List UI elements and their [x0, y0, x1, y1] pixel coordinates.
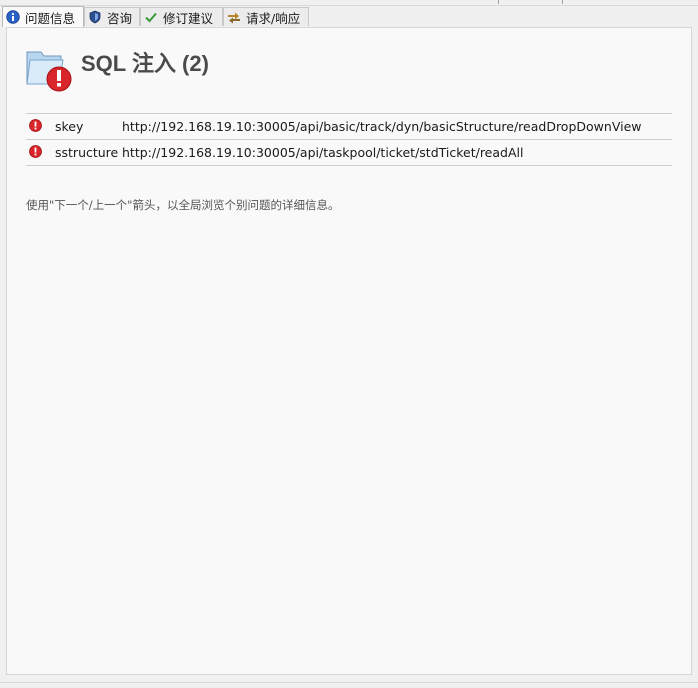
error-icon: [29, 145, 42, 158]
bottom-strip: [0, 682, 698, 688]
tab-label: 修订建议: [163, 10, 214, 26]
issue-url: http://192.168.19.10:30005/api/basic/tra…: [122, 119, 642, 134]
info-icon: [6, 10, 20, 24]
shield-icon: [88, 10, 102, 24]
error-icon: [29, 119, 42, 132]
tab-label: 咨询: [107, 10, 133, 26]
divider: [562, 0, 563, 4]
list-item[interactable]: skey http://192.168.19.10:30005/api/basi…: [26, 114, 672, 140]
navigation-hint: 使用"下一个/上一个"箭头，以全局浏览个别问题的详细信息。: [26, 198, 340, 212]
issue-list: skey http://192.168.19.10:30005/api/basi…: [26, 113, 672, 166]
tab-advisory[interactable]: 咨询: [84, 7, 140, 26]
folder-error-icon: [25, 44, 75, 94]
tab-label: 问题信息: [25, 10, 76, 26]
divider: [498, 0, 499, 4]
issue-header: SQL 注入 (2): [25, 44, 209, 94]
issue-info-panel: SQL 注入 (2) skey http://192.168.19.10:300…: [6, 27, 692, 675]
tab-bar: 问题信息 咨询 修订建议 请求/响应: [0, 6, 698, 27]
checkmark-icon: [144, 10, 158, 24]
issue-url: http://192.168.19.10:30005/api/taskpool/…: [122, 145, 524, 160]
tab-request-response[interactable]: 请求/响应: [223, 7, 309, 26]
tab-label: 请求/响应: [246, 10, 301, 26]
issue-title: SQL 注入 (2): [81, 51, 209, 76]
parameter-name: sstructure: [55, 145, 119, 160]
top-strip: [0, 0, 698, 6]
request-response-icon: [227, 10, 241, 24]
tab-issue-info[interactable]: 问题信息: [2, 6, 84, 27]
list-item[interactable]: sstructure http://192.168.19.10:30005/ap…: [26, 140, 672, 166]
tab-fix-recommendation[interactable]: 修订建议: [140, 7, 223, 26]
parameter-name: skey: [55, 119, 84, 134]
